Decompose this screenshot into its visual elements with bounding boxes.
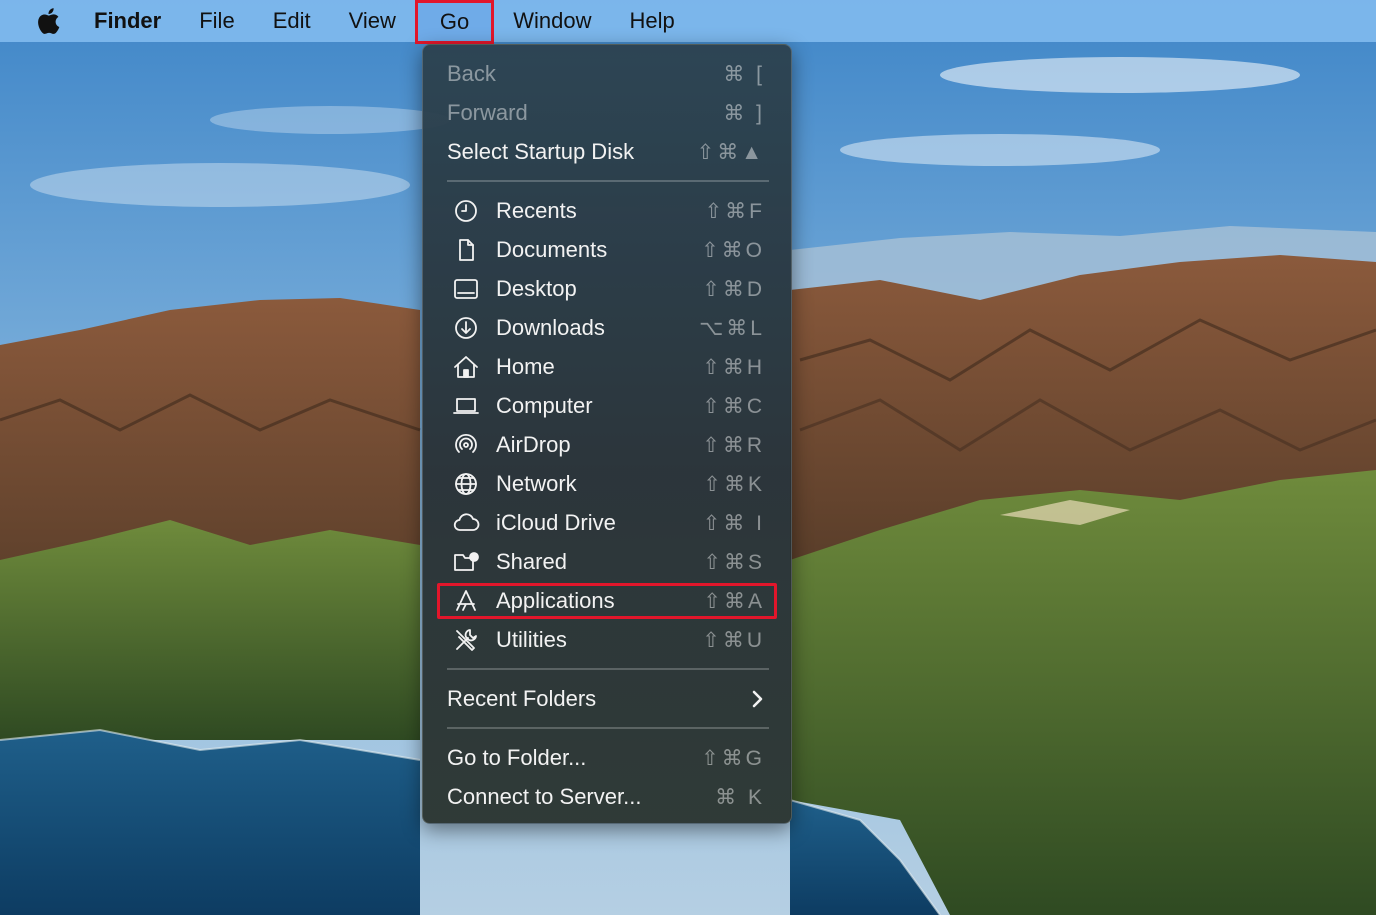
menu-item-label: Recent Folders: [447, 686, 597, 711]
menu-item-shortcut: ⇧⌘A: [703, 589, 765, 613]
menu-item-shortcut: ⇧⌘▲: [696, 140, 765, 164]
menu-item-label: Utilities: [496, 627, 567, 652]
menu-item-label: Documents: [496, 237, 608, 262]
menu-item-utilities[interactable]: Utilities ⇧⌘U: [423, 621, 791, 659]
go-menu-dropdown: Back ⌘ [ Forward ⌘ ] Select Startup Disk…: [422, 44, 792, 824]
menu-view[interactable]: View: [330, 0, 415, 42]
globe-icon: [451, 469, 481, 499]
menu-separator: [447, 727, 769, 729]
download-icon: [451, 313, 481, 343]
menu-item-shortcut: ⇧⌘G: [701, 746, 765, 770]
menu-item-back[interactable]: Back ⌘ [: [423, 55, 791, 93]
menu-item-select-startup-disk[interactable]: Select Startup Disk ⇧⌘▲: [423, 133, 791, 171]
menu-item-label: Recents: [496, 198, 577, 223]
menu-item-label: Go to Folder...: [447, 745, 587, 770]
menu-item-label: iCloud Drive: [496, 510, 616, 535]
menu-item-shortcut: ⇧⌘K: [703, 472, 765, 496]
menu-item-recents[interactable]: Recents ⇧⌘F: [423, 192, 791, 230]
menu-item-label: Select Startup Disk: [447, 139, 635, 164]
menu-item-home[interactable]: Home ⇧⌘H: [423, 348, 791, 386]
menu-bar: Finder File Edit View Go Window Help: [0, 0, 1376, 44]
home-icon: [451, 352, 481, 382]
menu-item-documents[interactable]: Documents ⇧⌘O: [423, 231, 791, 269]
menu-go[interactable]: Go: [414, 0, 495, 44]
menu-finder[interactable]: Finder: [94, 0, 180, 42]
menu-item-shortcut: ⇧⌘ I: [702, 511, 765, 535]
menu-separator: [447, 668, 769, 670]
menu-item-label: Computer: [496, 393, 593, 418]
menu-item-shortcut: ⇧⌘H: [702, 355, 765, 379]
airdrop-icon: [451, 430, 481, 460]
menu-item-shortcut: ⇧⌘R: [702, 433, 765, 457]
menu-item-label: Connect to Server...: [447, 784, 642, 809]
applications-icon: [451, 586, 481, 616]
cloud-icon: [451, 508, 481, 538]
menu-edit[interactable]: Edit: [254, 0, 330, 42]
menu-item-label: Forward: [447, 100, 528, 125]
menu-item-shortcut: ⇧⌘C: [702, 394, 765, 418]
menu-item-shortcut: ⇧⌘F: [704, 199, 765, 223]
menu-separator: [447, 180, 769, 182]
menu-item-label: Applications: [496, 588, 615, 613]
menu-help[interactable]: Help: [611, 0, 694, 42]
chevron-right-icon: [752, 690, 763, 708]
utilities-icon: [451, 625, 481, 655]
menu-item-shortcut: ⌘ [: [723, 62, 765, 86]
menu-item-shortcut: ⌘ ]: [723, 101, 765, 125]
menu-item-icloud-drive[interactable]: iCloud Drive ⇧⌘ I: [423, 504, 791, 542]
menu-item-label: Back: [447, 61, 496, 86]
clock-icon: [451, 196, 481, 226]
menu-item-forward[interactable]: Forward ⌘ ]: [423, 94, 791, 132]
document-icon: [451, 235, 481, 265]
menu-item-shortcut: ⇧⌘D: [702, 277, 765, 301]
menu-item-shortcut: ⇧⌘S: [703, 550, 765, 574]
menu-item-applications[interactable]: Applications ⇧⌘A: [423, 582, 791, 620]
shared-folder-icon: [451, 547, 481, 577]
menu-item-label: Desktop: [496, 276, 577, 301]
menu-item-recent-folders[interactable]: Recent Folders: [423, 680, 791, 718]
menu-item-shared[interactable]: Shared ⇧⌘S: [423, 543, 791, 581]
menu-item-shortcut: ⌥⌘L: [699, 316, 765, 340]
apple-logo-icon[interactable]: [35, 7, 60, 35]
menu-item-network[interactable]: Network ⇧⌘K: [423, 465, 791, 503]
desktop-icon: [451, 274, 481, 304]
menu-item-label: AirDrop: [496, 432, 571, 457]
laptop-icon: [451, 391, 481, 421]
menu-file[interactable]: File: [180, 0, 253, 42]
menu-item-shortcut: ⇧⌘U: [702, 628, 765, 652]
menu-item-label: Home: [496, 354, 555, 379]
menu-item-computer[interactable]: Computer ⇧⌘C: [423, 387, 791, 425]
menu-item-shortcut: ⌘ K: [715, 785, 765, 809]
menu-item-label: Shared: [496, 549, 567, 574]
menu-window[interactable]: Window: [494, 0, 610, 42]
menu-item-desktop[interactable]: Desktop ⇧⌘D: [423, 270, 791, 308]
menu-item-connect-to-server[interactable]: Connect to Server... ⌘ K: [423, 778, 791, 816]
menu-item-label: Network: [496, 471, 577, 496]
menu-item-shortcut: ⇧⌘O: [701, 238, 765, 262]
menu-item-label: Downloads: [496, 315, 605, 340]
menu-item-go-to-folder[interactable]: Go to Folder... ⇧⌘G: [423, 739, 791, 777]
menu-item-downloads[interactable]: Downloads ⌥⌘L: [423, 309, 791, 347]
menu-item-airdrop[interactable]: AirDrop ⇧⌘R: [423, 426, 791, 464]
